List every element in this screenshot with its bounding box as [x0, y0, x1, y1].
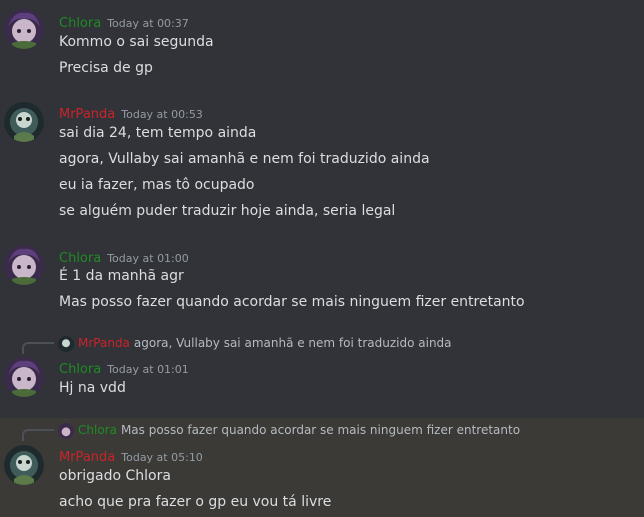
- avatar[interactable]: [4, 445, 44, 485]
- username[interactable]: Chlora: [59, 251, 101, 266]
- username[interactable]: Chlora: [59, 16, 101, 31]
- username[interactable]: MrPanda: [59, 107, 115, 122]
- avatar[interactable]: [4, 9, 44, 49]
- message-text: eu ia fazer, mas tô ocupado: [59, 177, 255, 193]
- chlora-avatar-image: [4, 357, 44, 397]
- reply-text: Mas posso fazer quando acordar se mais n…: [120, 423, 521, 437]
- message-text: acho que pra fazer o gp eu vou tá livre: [59, 494, 332, 510]
- mrpanda-avatar-image: [4, 445, 44, 485]
- reply-preview[interactable]: MrPanda agora, Vullaby sai amanhã e nem f…: [58, 335, 452, 352]
- timestamp[interactable]: Today at 00:53: [121, 108, 203, 121]
- avatar[interactable]: [4, 102, 44, 142]
- timestamp[interactable]: Today at 05:10: [121, 451, 203, 464]
- message-header: MrPanda Today at 00:53: [59, 103, 203, 122]
- reply-preview[interactable]: Chlora Mas posso fazer quando acordar se …: [58, 422, 521, 439]
- message-group-mention: Chlora Mas posso fazer quando acordar se …: [0, 418, 644, 517]
- message-text: sai dia 24, tem tempo ainda: [59, 125, 257, 141]
- message-group: Chlora Today at 01:00 É 1 da manhã agr Ma…: [0, 236, 644, 326]
- username[interactable]: MrPanda: [59, 450, 115, 465]
- timestamp[interactable]: Today at 00:37: [107, 17, 189, 30]
- message-text: É 1 da manhã agr: [59, 268, 184, 284]
- timestamp[interactable]: Today at 01:01: [107, 363, 189, 376]
- reply-avatar: [58, 335, 74, 352]
- message-header: MrPanda Today at 05:10: [59, 446, 203, 465]
- timestamp[interactable]: Today at 01:00: [107, 252, 189, 265]
- message-text: Precisa de gp: [59, 60, 153, 76]
- avatar[interactable]: [4, 245, 44, 285]
- message-text: Mas posso fazer quando acordar se mais n…: [59, 294, 525, 310]
- reply-avatar: [58, 422, 74, 439]
- chlora-avatar-image: [4, 9, 44, 49]
- message-text: obrigado Chlora: [59, 468, 171, 484]
- reply-username[interactable]: Chlora: [78, 423, 117, 437]
- reply-spine: [22, 429, 54, 441]
- message-text: Kommo o sai segunda: [59, 34, 214, 50]
- chlora-avatar-image: [4, 245, 44, 285]
- message-group: MrPanda Today at 00:53 sai dia 24, tem te…: [0, 90, 644, 230]
- message-text: se alguém puder traduzir hoje ainda, ser…: [59, 203, 396, 219]
- message-header: Chlora Today at 01:00: [59, 247, 189, 266]
- message-group: MrPanda agora, Vullaby sai amanhã e nem f…: [0, 332, 644, 412]
- reply-text: agora, Vullaby sai amanhã e nem foi trad…: [133, 336, 452, 350]
- message-group: Chlora Today at 00:37 Kommo o sai segunda…: [0, 0, 644, 90]
- message-header: Chlora Today at 01:01: [59, 358, 189, 377]
- avatar[interactable]: [4, 357, 44, 397]
- message-text: agora, Vullaby sai amanhã e nem foi trad…: [59, 151, 430, 167]
- message-header: Chlora Today at 00:37: [59, 12, 189, 31]
- username[interactable]: Chlora: [59, 362, 101, 377]
- reply-username[interactable]: MrPanda: [78, 336, 130, 350]
- message-text: Hj na vdd: [59, 380, 126, 396]
- reply-spine: [22, 342, 54, 354]
- mrpanda-avatar-image: [4, 102, 44, 142]
